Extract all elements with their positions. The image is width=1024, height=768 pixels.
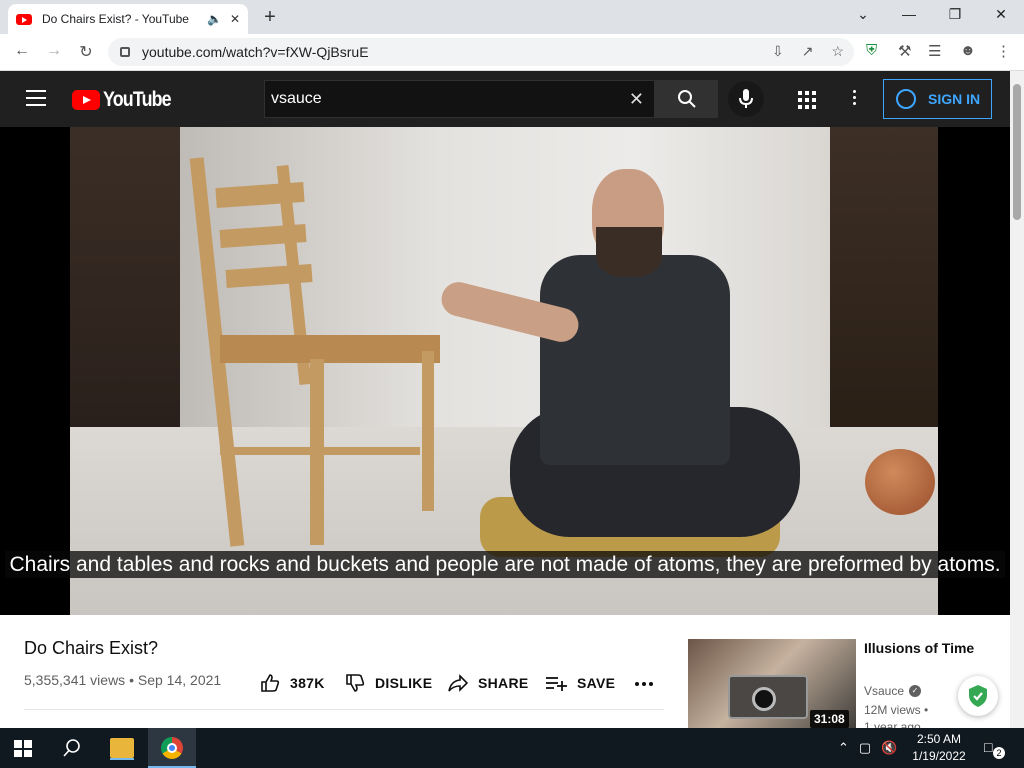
clock-date: 1/19/2022 [912,749,966,763]
new-tab-button[interactable]: + [258,6,282,29]
like-count: 387K [290,675,325,691]
browser-toolbar: ← → ↻ youtube.com/watch?v=fXW-QjBsruE ⇩ … [0,34,1024,71]
windows-taskbar: ⌃ ▢ 🔇 2:50 AM 1/19/2022 □ 2 [0,728,1024,768]
clock-time: 2:50 AM [916,732,962,746]
chrome-menu-icon[interactable]: ⋮ [996,42,1011,60]
search-icon [677,90,696,108]
voice-search-button[interactable] [728,81,764,117]
system-tray: ⌃ ▢ 🔇 [838,740,897,756]
notification-center-icon[interactable]: □ 2 [984,739,1005,759]
tab-title: Do Chairs Exist? - YouTube [42,12,189,26]
like-button[interactable]: 387K [260,673,325,693]
chrome-taskbar-button[interactable] [148,728,196,768]
browser-tab-strip: Do Chairs Exist? - YouTube 🔈 ✕ + ⌄ — ❐ ✕ [0,0,1024,34]
volume-muted-icon[interactable]: 🔇 [881,740,897,756]
ball [865,449,935,515]
search-button[interactable] [655,80,718,118]
account-icon [896,89,916,109]
share-page-icon[interactable]: ↗ [802,43,814,60]
tab-close-icon[interactable]: ✕ [230,12,240,26]
back-button[interactable]: ← [12,42,32,60]
shield-extension-icon[interactable] [958,676,998,716]
close-window-button[interactable]: ✕ [991,6,1011,23]
recommended-title[interactable]: Illusions of Time [864,638,984,658]
video-meta: 5,355,341 views • Sep 14, 2021 [24,672,221,688]
thumbs-up-icon [261,674,280,692]
windows-start-icon[interactable] [14,740,32,757]
youtube-apps-icon[interactable] [798,91,816,109]
restore-button[interactable]: ❐ [945,6,965,23]
search-input[interactable] [271,90,611,108]
view-count: 5,355,341 views [24,672,126,688]
search-box[interactable]: ✕ [264,80,655,118]
video-title: Do Chairs Exist? [24,638,159,658]
sign-in-button[interactable]: SIGN IN [883,79,992,119]
youtube-header: YouTube ✕ SIGN IN [0,71,1010,127]
tray-overflow-chevron-icon[interactable]: ⌃ [838,740,849,756]
thumbs-down-icon [346,674,365,692]
network-icon[interactable]: ▢ [859,740,871,756]
recommended-views: 12M views • [864,703,929,717]
page-scrollbar-thumb[interactable] [1013,84,1021,220]
more-horizontal-icon [635,682,653,686]
tab-audio-icon[interactable]: 🔈 [207,12,222,26]
save-label: SAVE [577,675,616,691]
profile-avatar-icon[interactable]: ☻ [960,42,976,59]
share-arrow-icon [448,674,468,692]
extensions-puzzle-icon[interactable]: ⚒ [898,42,911,60]
taskbar-clock[interactable]: 2:50 AM 1/19/2022 [906,731,972,765]
lock-icon[interactable] [120,47,130,57]
youtube-favicon-icon [16,13,32,25]
forward-button[interactable]: → [44,42,64,60]
file-explorer-icon[interactable] [110,738,134,760]
settings-menu-icon[interactable] [853,90,857,108]
share-button[interactable]: SHARE [448,673,529,693]
taskbar-search-icon[interactable] [62,738,82,763]
sign-in-label: SIGN IN [928,91,981,107]
recommended-age: 1 year ago [864,721,921,728]
youtube-logo[interactable]: YouTube [72,88,183,112]
verified-badge-icon: ✓ [909,685,922,697]
bookmark-star-icon[interactable]: ☆ [831,43,844,60]
save-button[interactable]: SAVE [545,673,615,693]
adblock-extension-icon[interactable]: ⛨ [866,42,877,59]
share-label: SHARE [478,675,529,691]
clear-search-icon[interactable]: ✕ [629,89,644,110]
tab-search-chevron-icon[interactable]: ⌄ [853,6,873,23]
minimize-button[interactable]: — [899,6,919,22]
video-player[interactable]: Chairs and tables and rocks and buckets … [0,127,1010,615]
divider [24,709,664,710]
shield-check-icon [969,685,987,707]
chrome-logo-icon [161,737,183,759]
camera-image [728,675,808,719]
youtube-play-icon [72,90,100,110]
reload-button[interactable]: ↻ [76,42,96,62]
more-actions-button[interactable] [634,674,664,694]
install-icon[interactable]: ⇩ [772,43,784,60]
video-caption: Chairs and tables and rocks and buckets … [0,551,1010,578]
upload-date: Sep 14, 2021 [137,672,222,688]
microphone-icon [739,89,753,108]
playlist-add-icon [546,677,567,691]
guide-menu-icon[interactable] [26,90,46,106]
recommended-channel[interactable]: Vsauce ✓ [864,684,922,698]
youtube-wordmark: YouTube [103,88,172,111]
video-frame [70,127,938,615]
dislike-label: DISLIKE [375,675,433,691]
channel-name: Vsauce [864,684,905,698]
address-bar[interactable]: youtube.com/watch?v=fXW-QjBsruE ⇩ ↗ ☆ [108,38,854,66]
dislike-button[interactable]: DISLIKE [345,673,432,693]
meta-separator: • [129,672,134,688]
browser-tab[interactable]: Do Chairs Exist? - YouTube 🔈 ✕ [8,4,248,34]
media-queue-icon[interactable]: ☰ [928,42,941,60]
video-duration: 31:08 [810,710,849,728]
url-text: youtube.com/watch?v=fXW-QjBsruE [142,44,369,60]
caption-text: Chairs and tables and rocks and buckets … [5,551,1005,578]
notification-count: 2 [993,747,1005,759]
